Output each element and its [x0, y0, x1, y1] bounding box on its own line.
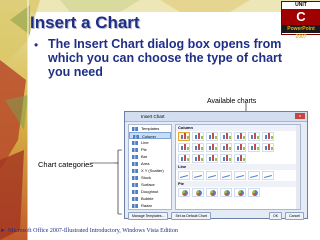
unit-badge: UNIT C PowerPoint 2007: [281, 1, 320, 40]
unit-letter: C: [282, 9, 320, 25]
chart-type-icon: [132, 189, 138, 194]
gallery-scrollbar[interactable]: [296, 125, 300, 209]
callout-available-charts: Available charts: [207, 98, 257, 105]
chart-type-icon: [132, 175, 138, 180]
chart-thumb-pie[interactable]: [220, 188, 232, 197]
chart-thumb-line[interactable]: [178, 171, 190, 180]
category-item[interactable]: Templates: [129, 125, 171, 132]
chart-thumb[interactable]: [192, 132, 204, 141]
chart-thumb-line[interactable]: [262, 171, 274, 180]
chart-thumb[interactable]: [220, 132, 232, 141]
chart-type-icon: [132, 126, 138, 131]
chart-thumb-line[interactable]: [220, 171, 232, 180]
chart-gallery: Column Line Pie: [175, 124, 301, 210]
chart-thumb-line[interactable]: [248, 171, 260, 180]
footer-arrow-icon: ►: [0, 228, 6, 234]
chart-thumb[interactable]: [220, 143, 232, 152]
column-thumbs-row: [176, 131, 300, 142]
line-thumbs-row: [176, 170, 300, 181]
close-button[interactable]: x: [295, 113, 305, 119]
unit-label: UNIT: [295, 2, 307, 8]
column-thumbs-row: [176, 142, 300, 153]
chart-thumb[interactable]: [248, 143, 260, 152]
dialog-right-buttons: OK Cancel: [269, 212, 304, 220]
category-item[interactable]: Area: [129, 160, 171, 167]
chart-thumb-pie[interactable]: [192, 188, 204, 197]
insert-chart-dialog: Insert Chart x Templates Column Line Pie…: [124, 111, 308, 220]
bullet-mark: •: [34, 38, 39, 52]
category-item[interactable]: Stock: [129, 174, 171, 181]
chart-type-icon: [132, 196, 138, 201]
chart-thumb-selected[interactable]: [178, 132, 190, 141]
callout-chart-categories: Chart categories: [38, 160, 94, 169]
chart-thumb[interactable]: [234, 143, 246, 152]
category-item[interactable]: Bar: [129, 153, 171, 160]
chart-thumb[interactable]: [234, 154, 246, 163]
category-item[interactable]: Bubble: [129, 195, 171, 202]
chart-thumb[interactable]: [234, 132, 246, 141]
chart-thumb[interactable]: [178, 154, 190, 163]
category-item[interactable]: X Y (Scatter): [129, 167, 171, 174]
pie-thumbs-row: [176, 187, 300, 198]
chart-thumb[interactable]: [262, 143, 274, 152]
category-item[interactable]: Radar: [129, 202, 171, 209]
chart-thumb-pie[interactable]: [178, 188, 190, 197]
chart-type-icon: [132, 154, 138, 159]
chart-thumb-line[interactable]: [206, 171, 218, 180]
slide-title: Insert a Chart: [30, 13, 140, 32]
chart-type-icon: [132, 161, 138, 166]
cancel-button[interactable]: Cancel: [285, 212, 304, 220]
ok-button[interactable]: OK: [269, 212, 283, 220]
chart-thumb[interactable]: [178, 143, 190, 152]
dialog-titlebar: Insert Chart x: [125, 112, 307, 122]
chart-thumb-pie[interactable]: [206, 188, 218, 197]
dialog-left-buttons: Manage Templates... Set as Default Chart: [128, 212, 211, 220]
chart-type-icon: [132, 203, 138, 208]
chart-thumb[interactable]: [192, 143, 204, 152]
manage-templates-button[interactable]: Manage Templates...: [128, 212, 169, 220]
chart-thumb[interactable]: [206, 132, 218, 141]
chart-type-icon: [132, 168, 138, 173]
set-default-chart-button[interactable]: Set as Default Chart: [171, 212, 211, 220]
chart-thumb[interactable]: [262, 132, 274, 141]
column-thumbs-row: [176, 153, 300, 164]
bullet-text: The Insert Chart dialog box opens from w…: [48, 37, 283, 79]
chart-thumb-line[interactable]: [192, 171, 204, 180]
category-item[interactable]: Pie: [129, 146, 171, 153]
chart-thumb-pie[interactable]: [234, 188, 246, 197]
chart-type-icon: [132, 147, 138, 152]
category-item[interactable]: Doughnut: [129, 188, 171, 195]
chart-thumb-line[interactable]: [234, 171, 246, 180]
chart-type-icon: [133, 134, 139, 139]
category-item[interactable]: Surface: [129, 181, 171, 188]
chart-type-icon: [132, 182, 138, 187]
dialog-title: Insert Chart: [141, 114, 165, 119]
chart-thumb[interactable]: [192, 154, 204, 163]
chart-thumb[interactable]: [248, 132, 260, 141]
chart-thumb[interactable]: [206, 143, 218, 152]
chart-type-icon: [132, 140, 138, 145]
category-list: Templates Column Line Pie Bar Area X Y (…: [128, 124, 172, 210]
category-item[interactable]: Line: [129, 139, 171, 146]
product-label: PowerPoint 2007: [282, 25, 320, 40]
chart-thumb-pie[interactable]: [248, 188, 260, 197]
chart-thumb[interactable]: [220, 154, 232, 163]
footer-text: Microsoft Office 2007-Illustrated Introd…: [8, 228, 178, 234]
category-item-selected[interactable]: Column: [129, 132, 171, 139]
chart-thumb[interactable]: [206, 154, 218, 163]
